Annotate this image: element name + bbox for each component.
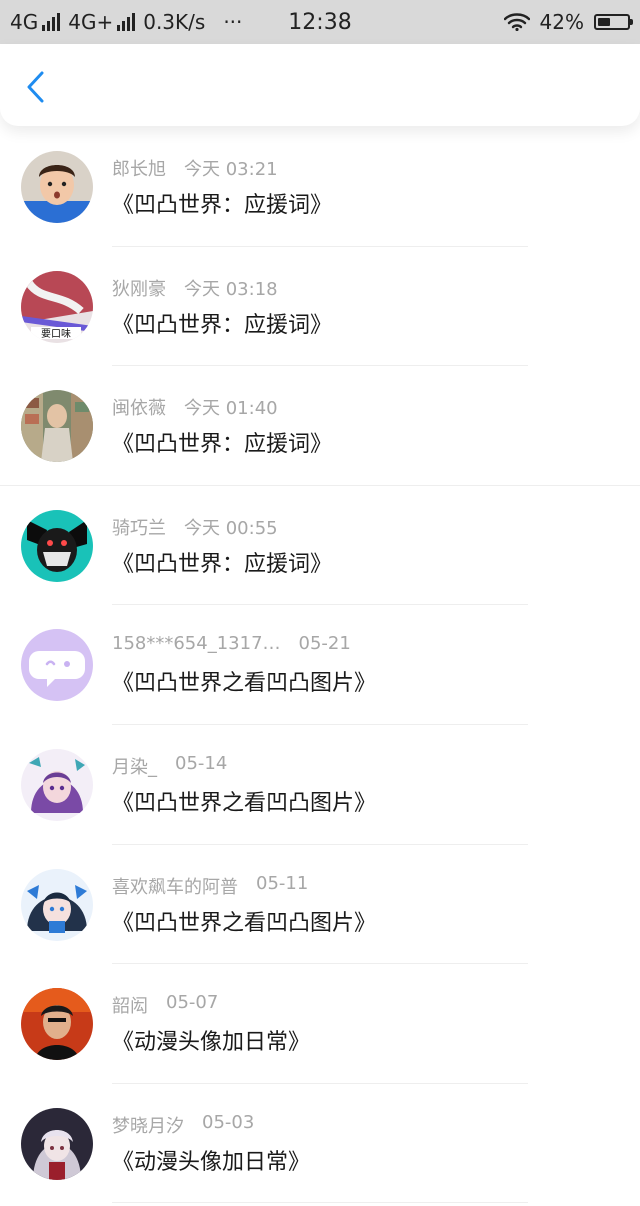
list-item[interactable]: 骑巧兰 今天 00:55 《凹凸世界：应援词》 <box>0 486 640 606</box>
battery-fill <box>598 18 610 26</box>
item-title: 《凹凸世界之看凹凸图片》 <box>112 910 377 936</box>
item-title: 《凹凸世界之看凹凸图片》 <box>112 671 377 697</box>
item-time: 今天 01:40 <box>184 398 278 420</box>
list-item[interactable]: 158***654_1317… 05-21 《凹凸世界之看凹凸图片》 <box>0 605 640 725</box>
top-nav <box>0 44 640 126</box>
item-title: 《凹凸世界：应援词》 <box>112 312 333 338</box>
avatar-image <box>21 988 93 1061</box>
back-button[interactable] <box>22 69 48 105</box>
avatar-image <box>21 390 93 463</box>
item-title: 《凹凸世界：应援词》 <box>112 193 333 218</box>
avatar-image <box>21 151 93 223</box>
item-title: 《动漫头像加日常》 <box>112 1149 311 1175</box>
item-meta: 喜欢飙车的阿普 05-11 <box>112 873 308 899</box>
avatar[interactable]: 要口味 <box>21 270 93 343</box>
user-name: 韶闳 <box>112 996 148 1018</box>
battery-icon <box>594 14 633 30</box>
status-right: 42% <box>503 0 633 44</box>
list-item[interactable]: 喜欢飙车的阿普 05-11 《凹凸世界之看凹凸图片》 <box>0 845 640 965</box>
item-meta: 狄刚豪 今天 03:18 <box>112 275 278 301</box>
user-name: 闽依薇 <box>112 398 166 420</box>
avatar[interactable] <box>21 151 93 223</box>
item-title: 《动漫头像加日常》 <box>112 1030 311 1056</box>
user-name: 郎长旭 <box>112 159 166 180</box>
item-meta: 158***654_1317… 05-21 <box>112 633 351 654</box>
avatar[interactable] <box>21 988 93 1061</box>
item-meta: 闽依薇 今天 01:40 <box>112 394 278 420</box>
avatar-image <box>21 748 93 821</box>
list-item[interactable]: 韶闳 05-07 《动漫头像加日常》 <box>0 964 640 1084</box>
item-time: 今天 03:18 <box>184 278 278 300</box>
user-name: 喜欢飙车的阿普 <box>112 876 238 898</box>
item-title: 《凹凸世界：应援词》 <box>112 432 333 458</box>
avatar[interactable] <box>21 748 93 821</box>
message-list: 郎长旭 今天 03:21 《凹凸世界：应援词》 要口味 狄刚豪 今天 03:18… <box>0 127 640 1204</box>
avatar-image <box>21 629 93 702</box>
avatar[interactable] <box>21 868 93 941</box>
list-item[interactable]: 闽依薇 今天 01:40 《凹凸世界：应援词》 <box>0 366 640 486</box>
avatar[interactable] <box>21 390 93 463</box>
item-time: 05-21 <box>298 633 351 655</box>
item-meta: 梦晓月汐 05-03 <box>112 1112 254 1138</box>
divider <box>112 1202 528 1204</box>
item-time: 今天 03:21 <box>184 159 278 180</box>
item-time: 05-14 <box>175 752 228 774</box>
avatar[interactable] <box>21 509 93 582</box>
list-item[interactable]: 要口味 狄刚豪 今天 03:18 《凹凸世界：应援词》 <box>0 247 640 367</box>
user-name: 骑巧兰 <box>112 517 166 539</box>
item-time: 05-07 <box>166 992 219 1014</box>
item-meta: 月染_ 05-14 <box>112 753 227 779</box>
item-title: 《凹凸世界之看凹凸图片》 <box>112 790 377 816</box>
avatar-image <box>21 509 93 582</box>
list-item[interactable]: 梦晓月汐 05-03 《动漫头像加日常》 <box>0 1084 640 1204</box>
avatar[interactable] <box>21 1107 93 1180</box>
item-meta: 郎长旭 今天 03:21 <box>112 155 278 181</box>
list-item[interactable]: 月染_ 05-14 《凹凸世界之看凹凸图片》 <box>0 725 640 845</box>
item-time: 05-03 <box>202 1111 255 1133</box>
item-meta: 骑巧兰 今天 00:55 <box>112 514 278 540</box>
wifi-icon <box>503 13 530 31</box>
item-meta: 韶闳 05-07 <box>112 992 218 1018</box>
list-item[interactable]: 郎长旭 今天 03:21 《凹凸世界：应援词》 <box>0 127 640 247</box>
item-time: 05-11 <box>256 872 309 894</box>
battery-percent: 42% <box>539 10 584 34</box>
avatar-image <box>21 868 93 941</box>
avatar-image: 要口味 <box>21 270 93 343</box>
user-name: 梦晓月汐 <box>112 1115 184 1137</box>
status-bar: 4G 4G+ 0.3K/s ··· 12:38 42% <box>0 0 640 44</box>
avatar[interactable] <box>21 629 93 702</box>
svg-text:要口味: 要口味 <box>41 328 71 340</box>
user-name: 158***654_1317… <box>112 633 281 655</box>
item-time: 今天 00:55 <box>184 517 278 539</box>
item-title: 《凹凸世界：应援词》 <box>112 551 333 577</box>
user-name: 月染_ <box>112 756 157 778</box>
user-name: 狄刚豪 <box>112 278 166 300</box>
avatar-image <box>21 1107 93 1180</box>
chevron-left-icon <box>27 71 44 103</box>
